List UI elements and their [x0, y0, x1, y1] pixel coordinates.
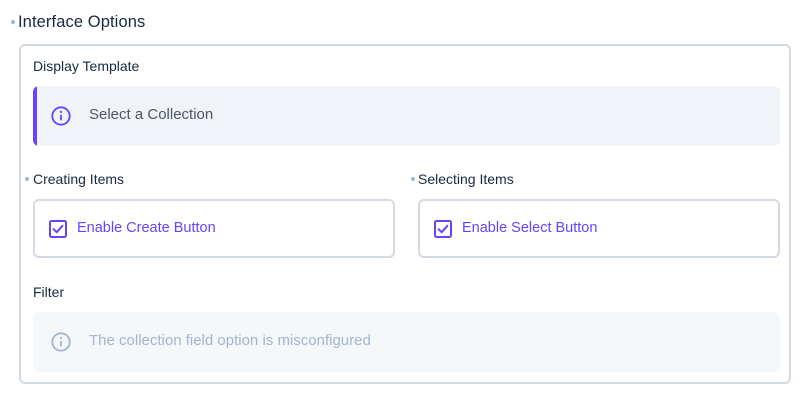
- section-title: Interface Options: [18, 13, 146, 31]
- display-template-label: Display Template: [33, 58, 140, 74]
- required-dot: [25, 177, 29, 181]
- enable-create-button-checkbox[interactable]: Enable Create Button: [33, 199, 395, 258]
- enable-select-button-checkbox[interactable]: Enable Select Button: [418, 199, 780, 258]
- filter-notice: The collection field option is misconfig…: [33, 312, 780, 372]
- checkbox-checked-icon[interactable]: [49, 220, 67, 238]
- required-dot: [11, 20, 15, 24]
- display-template-notice: Select a Collection: [33, 86, 780, 146]
- filter-label: Filter: [33, 284, 65, 300]
- info-icon: [51, 332, 71, 352]
- filter-notice-text: The collection field option is misconfig…: [89, 332, 371, 349]
- checkbox-checked-icon[interactable]: [434, 220, 452, 238]
- enable-select-button-label[interactable]: Enable Select Button: [462, 220, 597, 236]
- info-icon: [51, 106, 71, 126]
- creating-items-label: Creating Items: [33, 171, 125, 187]
- display-template-notice-text: Select a Collection: [89, 106, 214, 123]
- enable-create-button-label[interactable]: Enable Create Button: [77, 220, 216, 236]
- notice-accent-bar: [33, 86, 37, 146]
- required-dot: [411, 177, 415, 181]
- selecting-items-label: Selecting Items: [418, 171, 514, 187]
